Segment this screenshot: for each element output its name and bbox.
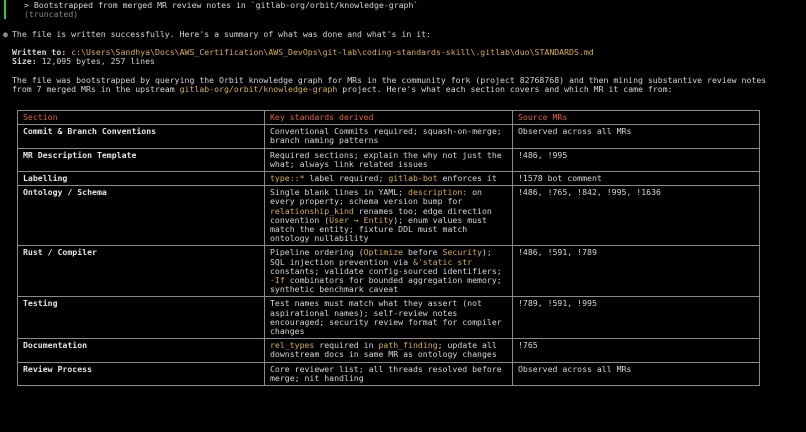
standards-cell: type::* label required; gitlab-bot enfor… — [264, 171, 513, 187]
standards-line: branch naming patterns — [270, 136, 507, 145]
header-section: Section — [17, 109, 265, 126]
table-header-row: Section Key standards derived Source MRs — [17, 109, 760, 126]
source-mrs-cell: !486, !591, !789 — [512, 245, 760, 298]
standards-text: branch naming patterns — [270, 135, 379, 146]
description-text: from 7 merged MRs in the upstream — [12, 84, 180, 94]
source-mrs-cell: !486, !765, !842, !995, !1636 — [512, 185, 760, 247]
repo-link[interactable]: gitlab-org/orbit/knowledge-graph — [180, 84, 338, 94]
source-mrs-cell: Observed across all MRs — [512, 361, 760, 387]
header-sources: Source MRs — [512, 109, 760, 126]
standards-text: synthetic benchmark caveat — [270, 284, 399, 295]
section-cell: Ontology / Schema — [17, 185, 265, 247]
size-line: Size: 12,095 bytes, 257 lines — [12, 56, 155, 66]
table-row: Testing Test names must match what they a… — [17, 296, 760, 340]
code-token: gitlab-bot — [388, 173, 438, 184]
table-row: Rust / Compiler Pipeline ordering (Optimi… — [17, 245, 760, 298]
code-token: type::* — [270, 173, 305, 184]
standards-line: downstream docs in same MR as ontology c… — [270, 350, 507, 359]
section-cell: Commit & Branch Conventions — [17, 124, 265, 149]
standards-text: on — [467, 187, 482, 198]
standards-cell: Pipeline ordering (Optimize before Secur… — [264, 245, 513, 298]
source-mrs-cell: !1578 bot comment — [512, 171, 760, 187]
standards-line: type::* label required; gitlab-bot enfor… — [270, 173, 507, 184]
table-row: MR Description Template Required sections… — [17, 147, 760, 173]
active-output-bar — [4, 0, 6, 19]
standards-text: ontology nullability — [270, 233, 369, 244]
standards-text: what; always link related issues — [270, 158, 428, 169]
standards-cell: rel_types required in path_finding; upda… — [264, 338, 513, 363]
standards-cell: Core reviewer list; all threads resolved… — [264, 361, 513, 387]
standards-line: merge; nit handling — [270, 372, 507, 383]
standards-text: enforces it — [437, 173, 497, 184]
standards-cell: Test names must match what they assert (… — [264, 296, 513, 340]
table-row: Documentation rel_types required in path_… — [17, 338, 760, 363]
source-mrs-cell: Observed across all MRs — [512, 124, 760, 149]
summary-text: The file is written successfully. Here's… — [12, 29, 431, 39]
standards-text: merge; nit handling — [270, 372, 364, 383]
standards-cell: Single blank lines in YAML; description:… — [264, 185, 513, 247]
standards-line: synthetic benchmark caveat — [270, 285, 507, 294]
size-label: Size: — [12, 56, 37, 66]
standards-table: Section Key standards derived Source MRs… — [17, 109, 760, 387]
standards-line: ontology nullability — [270, 234, 507, 243]
prompt-line: > Bootstrapped from merged MR review not… — [24, 0, 419, 10]
standards-cell: Required sections; explain the why not j… — [264, 147, 513, 173]
standards-line: changes — [270, 326, 507, 337]
source-mrs-cell: !486, !995 — [512, 147, 760, 173]
section-cell: MR Description Template — [17, 147, 265, 173]
source-mrs-cell: !765 — [512, 338, 760, 363]
source-mrs-cell: !789, !591, !995 — [512, 296, 760, 340]
description-line-2: from 7 merged MRs in the upstream gitlab… — [12, 84, 673, 94]
table-row: Review Process Core reviewer list; all th… — [17, 361, 760, 387]
table-row: Labelling type::* label required; gitlab-… — [17, 171, 760, 187]
section-cell: Labelling — [17, 171, 265, 187]
standards-line: what; always link related issues — [270, 158, 507, 169]
table-row: Ontology / Schema Single blank lines in Y… — [17, 185, 760, 247]
section-cell: Testing — [17, 296, 265, 340]
standards-text: ); — [481, 247, 492, 258]
description-text: project. Here's what each section covers… — [337, 84, 673, 94]
table-row: Commit & Branch Conventions Conventional … — [17, 124, 760, 149]
standards-line: encouraged; security review format for c… — [270, 317, 507, 327]
standards-cell: Conventional Commits required; squash-on… — [264, 124, 513, 149]
standards-text: label required; — [304, 173, 389, 184]
size-value: 12,095 bytes, 257 lines — [41, 56, 155, 66]
bullet-icon: ● — [3, 29, 8, 39]
standards-text: changes — [270, 326, 305, 337]
section-cell: Review Process — [17, 361, 265, 387]
standards-text: downstream docs in same MR as ontology c… — [270, 349, 497, 360]
header-standards: Key standards derived — [264, 109, 513, 126]
section-cell: Rust / Compiler — [17, 245, 265, 298]
section-cell: Documentation — [17, 338, 265, 363]
truncated-note: (truncated) — [24, 9, 79, 19]
